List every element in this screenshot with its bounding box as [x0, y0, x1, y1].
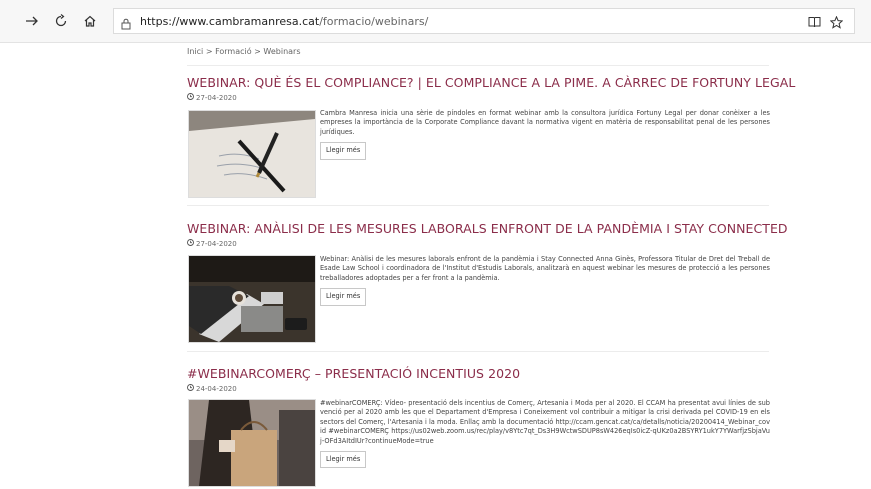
home-icon[interactable]: [79, 10, 101, 32]
clock-icon: [187, 93, 194, 102]
post-date: 24-04-2020: [187, 384, 769, 393]
post-item: WEBINAR: ANÀLISI DE LES MESURES LABORALS…: [187, 221, 788, 248]
post-item: #WEBINARCOMERÇ – PRESENTACIÓ INCENTIUS 2…: [187, 366, 769, 393]
read-more-button[interactable]: Llegir més: [320, 451, 367, 469]
post-excerpt: Webinar: Anàlisi de les mesures laborals…: [320, 255, 770, 306]
post-divider: [187, 351, 769, 352]
clock-icon: [187, 384, 194, 393]
post-date-text: 27-04-2020: [196, 239, 237, 248]
post-thumbnail-laptop-desk[interactable]: [188, 255, 316, 343]
breadcrumb-divider: [187, 65, 769, 66]
breadcrumb: Inici > Formació > Webinars: [187, 47, 301, 56]
main-content: Inici > Formació > Webinars: [187, 42, 769, 66]
clock-icon: [187, 239, 194, 248]
post-date: 27-04-2020: [187, 93, 769, 102]
post-title[interactable]: WEBINAR: QUÈ ÉS EL COMPLIANCE? | EL COMP…: [187, 75, 795, 90]
browser-toolbar: https://www.cambramanresa.cat/formacio/w…: [0, 0, 871, 43]
post-thumbnail-pen-paper[interactable]: [188, 110, 316, 198]
post-item: WEBINAR: QUÈ ÉS EL COMPLIANCE? | EL COMP…: [187, 75, 795, 102]
read-more-button[interactable]: Llegir més: [320, 142, 367, 160]
post-date: 27-04-2020: [187, 239, 769, 248]
lock-icon: [121, 15, 131, 34]
post-excerpt-text: #webinarCOMERÇ: Vídeo- presentació dels …: [320, 399, 770, 445]
url-host: https://www.cambramanresa.cat: [140, 15, 320, 28]
post-excerpt: Cambra Manresa inicia una sèrie de píndo…: [320, 109, 770, 160]
post-divider: [187, 205, 769, 206]
post-excerpt: #webinarCOMERÇ: Vídeo- presentació dels …: [320, 399, 770, 469]
refresh-icon[interactable]: [50, 10, 72, 32]
favorite-star-icon[interactable]: [828, 14, 844, 30]
post-title[interactable]: #WEBINARCOMERÇ – PRESENTACIÓ INCENTIUS 2…: [187, 366, 769, 381]
url-text[interactable]: https://www.cambramanresa.cat/formacio/w…: [140, 15, 428, 28]
post-date-text: 24-04-2020: [196, 384, 237, 393]
post-date-text: 27-04-2020: [196, 93, 237, 102]
forward-arrow-icon[interactable]: [21, 10, 43, 32]
post-excerpt-text: Webinar: Anàlisi de les mesures laborals…: [320, 255, 770, 282]
post-title[interactable]: WEBINAR: ANÀLISI DE LES MESURES LABORALS…: [187, 221, 788, 236]
url-path: /formacio/webinars/: [319, 15, 429, 28]
post-excerpt-text: Cambra Manresa inicia una sèrie de píndo…: [320, 109, 770, 136]
post-thumbnail-shopping-bag[interactable]: [188, 399, 316, 487]
read-more-button[interactable]: Llegir més: [320, 288, 367, 306]
address-bar[interactable]: https://www.cambramanresa.cat/formacio/w…: [113, 8, 855, 34]
reading-view-icon[interactable]: [806, 14, 822, 30]
